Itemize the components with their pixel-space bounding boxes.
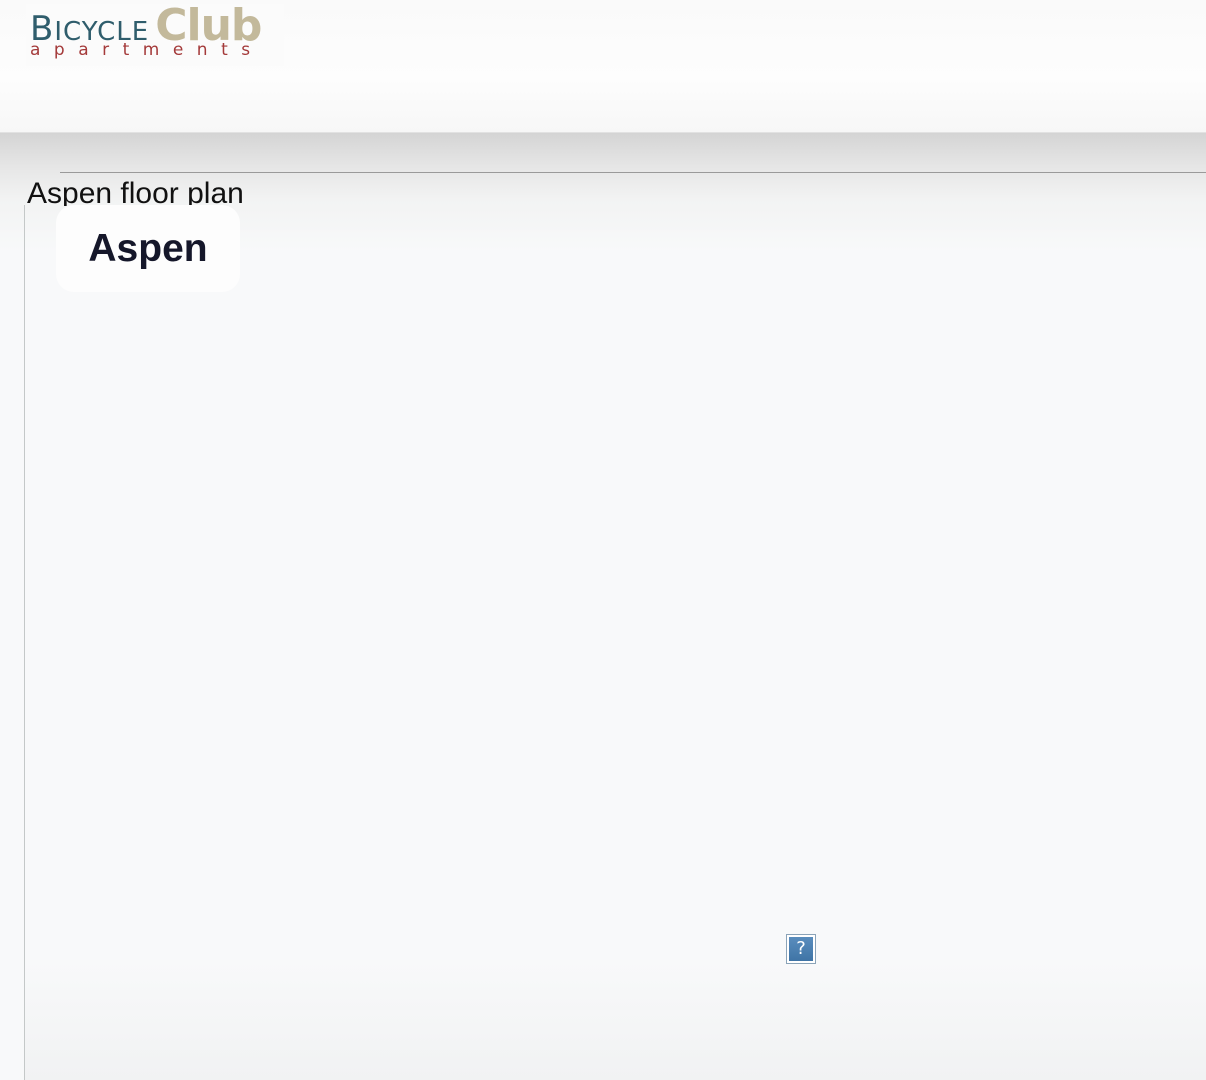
floor-plan-title: Aspen xyxy=(88,227,208,270)
question-mark-glyph: ? xyxy=(789,937,813,961)
divider xyxy=(60,172,1206,173)
logo-subtitle: apartments xyxy=(30,40,264,60)
content-fade xyxy=(25,960,1206,1080)
site-header: BICYCLE Club apartments xyxy=(0,0,1206,133)
floor-plan-title-card: Aspen xyxy=(56,205,240,292)
bicycle-club-logo[interactable]: BICYCLE Club apartments xyxy=(26,4,284,66)
floor-plan-caption: Aspen floor plan xyxy=(27,177,244,206)
content-frame-edge xyxy=(24,205,25,1080)
broken-image-icon: ? xyxy=(786,934,816,964)
